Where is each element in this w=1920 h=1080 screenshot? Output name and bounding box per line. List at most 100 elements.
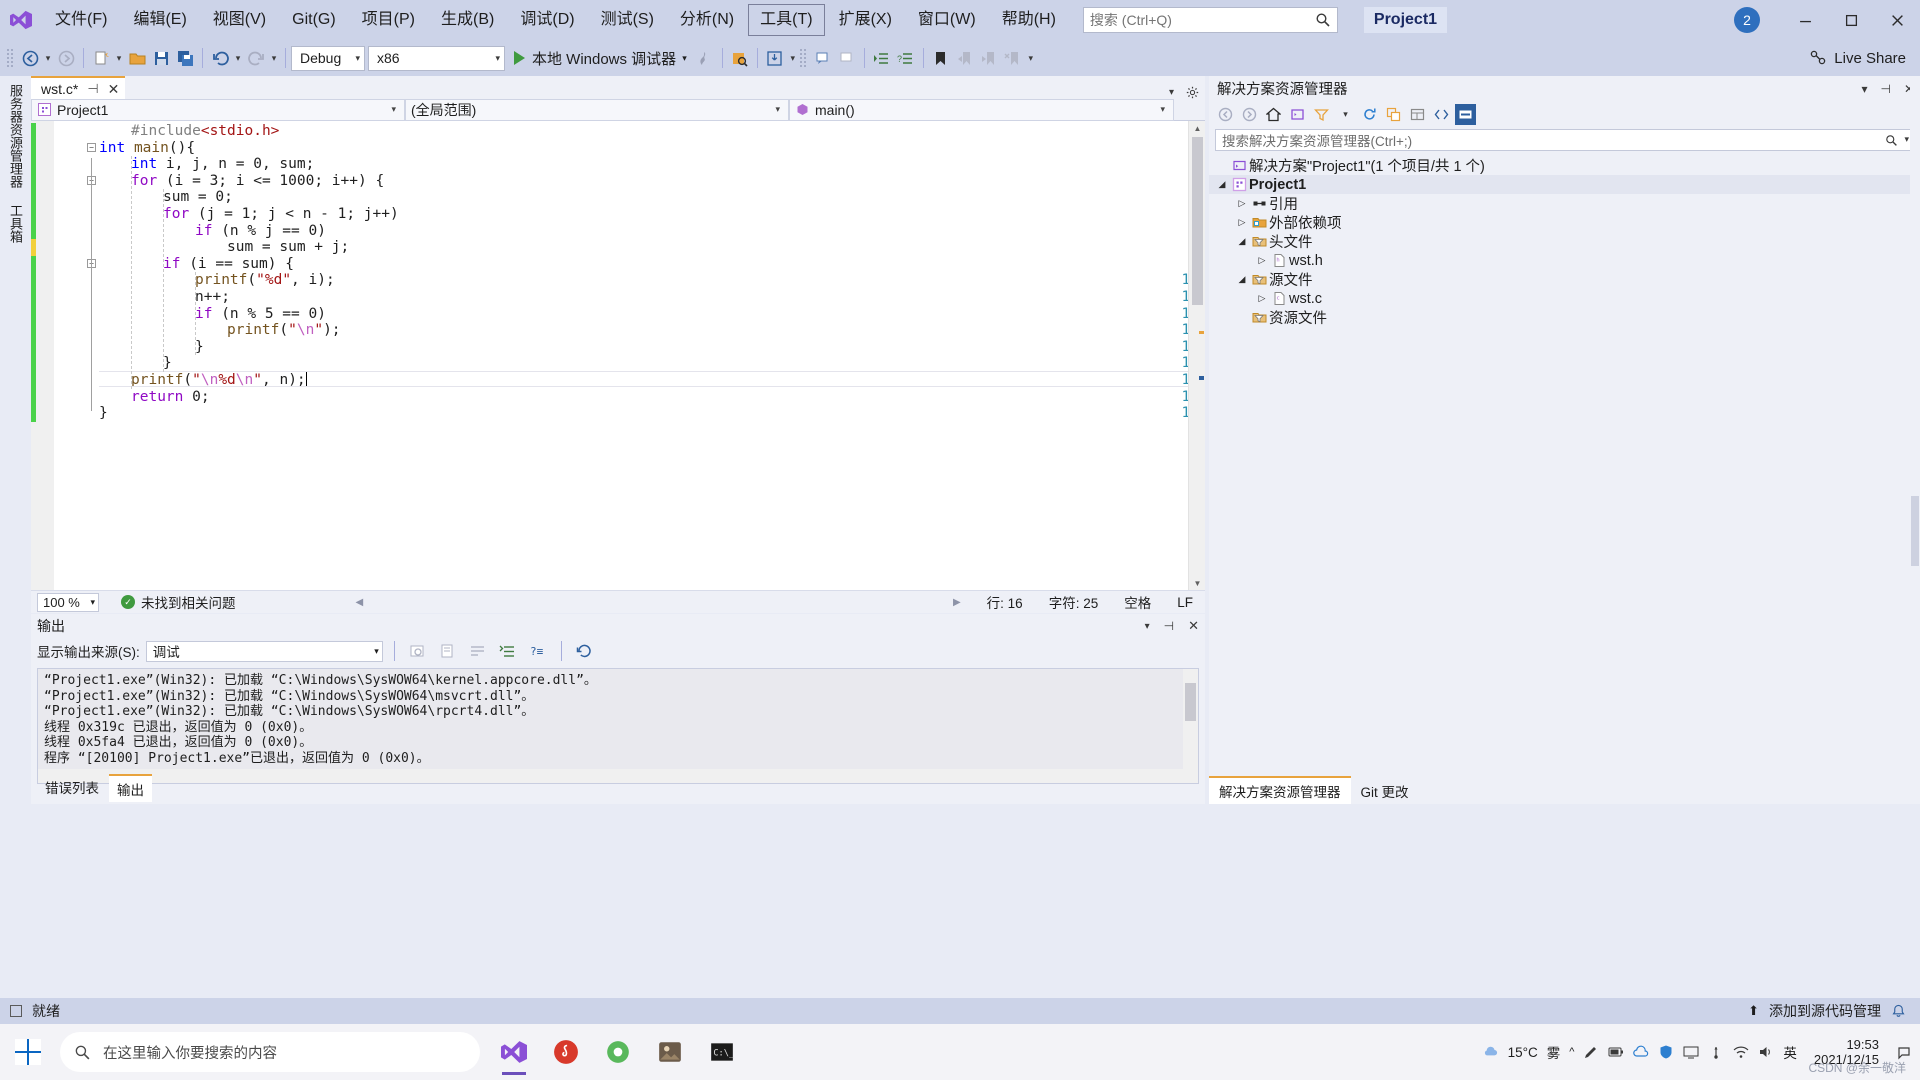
code-line[interactable]: printf("\n"); [99,322,1205,339]
taskbar-app-photos[interactable] [646,1028,694,1076]
chevron-down-icon[interactable]: ▾ [1904,134,1909,147]
menu-project[interactable]: 项目(P) [350,4,427,36]
scroll-right-icon[interactable]: ▶ [953,597,961,608]
close-icon[interactable]: ✕ [108,82,120,96]
code-line[interactable]: n++; [99,289,1205,306]
taskbar-app-browser[interactable] [594,1028,642,1076]
properties-icon[interactable] [1407,104,1428,125]
upload-icon[interactable]: ⬆ [1748,1003,1759,1019]
navigation-scope-dropdown[interactable]: (全局范围) ▾ [405,98,789,121]
attach-to-process-icon[interactable] [728,45,752,71]
hot-reload-icon[interactable] [693,45,717,71]
code-line[interactable]: printf("%d", i); [99,272,1205,289]
show-output-from-icon[interactable]: ?≡ [526,638,550,664]
toggle-bookmark-icon[interactable] [929,45,953,71]
solution-tree-item[interactable]: ▷ c wst.c [1209,289,1920,308]
menu-git[interactable]: Git(G) [280,4,348,36]
pending-changes-filter-icon[interactable] [1311,104,1332,125]
code-line[interactable]: sum = 0; [99,189,1205,206]
solution-explorer-tree[interactable]: 解决方案"Project1"(1 个项目/共 1 个) ◢ Project1 ▷ 引用 ▷… [1209,151,1920,327]
solution-tree-item[interactable]: ▷ 引用 [1209,194,1920,213]
collapse-all-icon[interactable] [1383,104,1404,125]
window-close-button[interactable] [1874,0,1920,40]
undo-icon[interactable] [208,45,232,71]
preview-selected-items-icon[interactable] [1455,103,1476,125]
pin-icon[interactable]: ⊣ [1880,82,1890,96]
code-line[interactable]: int i, j, n = 0, sum; [99,156,1205,173]
network-icon[interactable] [1733,1044,1749,1060]
clear-all-icon[interactable] [436,638,460,664]
new-project-icon[interactable] [89,45,113,71]
global-search-box[interactable] [1082,7,1338,33]
previous-bookmark-icon[interactable] [953,45,977,71]
taskbar-app-console[interactable]: C:\_ [698,1028,746,1076]
refresh-icon[interactable] [1359,104,1380,125]
tab-git-changes[interactable]: Git 更改 [1351,778,1419,804]
find-message-icon[interactable] [406,638,430,664]
code-line[interactable]: for (j = 1; j < n - 1; j++) [99,206,1205,223]
gear-icon[interactable] [1186,86,1199,99]
navigation-project-dropdown[interactable]: Project1 ▾ [31,98,405,121]
comment-selection-icon[interactable] [811,45,835,71]
expander-icon[interactable]: ▷ [1235,198,1249,209]
next-bookmark-icon[interactable] [977,45,1001,71]
security-shield-icon[interactable] [1658,1044,1674,1060]
output-text-area[interactable]: “Project1.exe”(Win32): 已加载 “C:\Windows\S… [37,668,1199,784]
output-vertical-scrollbar[interactable] [1183,669,1198,783]
editor-vertical-scrollbar[interactable]: ▲ ▼ [1188,121,1205,591]
expander-icon[interactable]: ◢ [1215,179,1229,190]
search-icon[interactable] [1885,134,1898,147]
navigate-back-icon[interactable] [18,45,42,71]
code-line[interactable]: } [99,405,1205,422]
toggle-wordwrap-icon[interactable] [466,638,490,664]
start-button[interactable] [0,1024,56,1080]
decrease-indent-icon[interactable]: ? [894,45,918,71]
code-line[interactable]: int main(){ [99,140,1205,157]
solution-platform-dropdown[interactable]: x86 ▾ [368,45,505,71]
menu-view[interactable]: 视图(V) [201,4,278,36]
output-horizontal-scrollbar[interactable] [38,769,1198,783]
back-icon[interactable] [1215,104,1236,125]
show-all-files-icon[interactable] [1431,104,1452,125]
expander-icon[interactable]: ◢ [1235,274,1249,285]
solution-tree-item[interactable]: ▷ 外部依赖项 [1209,213,1920,232]
active-files-dropdown-icon[interactable]: ▾ [1169,87,1174,98]
toolbar-grip-2[interactable] [798,48,807,68]
start-debugging-button[interactable]: 本地 Windows 调试器 ▾ [508,45,693,71]
scroll-down-icon[interactable]: ▼ [1189,576,1206,591]
code-line[interactable]: return 0; [99,389,1205,406]
increase-indent-icon[interactable] [870,45,894,71]
ime-language-indicator[interactable]: 英 [1783,1042,1797,1062]
chevron-down-icon[interactable]: ▾ [676,53,687,64]
solution-explorer-search[interactable]: 搜索解决方案资源管理器(Ctrl+;) ▾ [1215,129,1914,151]
go-to-message-icon[interactable] [573,638,597,664]
toolbar-overflow-icon[interactable]: ▾ [1025,45,1037,71]
redo-dropdown-icon[interactable]: ▾ [268,45,280,71]
tab-output[interactable]: 输出 [109,774,152,802]
menu-file[interactable]: 文件(F) [43,4,119,36]
code-line[interactable]: #include<stdio.h> [99,123,1205,140]
window-minimize-button[interactable] [1782,0,1828,40]
code-line[interactable]: for (i = 3; i <= 1000; i++) { [99,173,1205,190]
expander-icon[interactable]: ▷ [1235,217,1249,228]
forward-icon[interactable] [1239,104,1260,125]
navigate-back-dropdown-icon[interactable]: ▾ [42,45,54,71]
toggle-messages-icon[interactable] [496,638,520,664]
solution-tree-item[interactable]: 资源文件 [1209,308,1920,327]
open-file-icon[interactable] [125,45,149,71]
menu-debug[interactable]: 调试(D) [508,4,586,36]
usb-icon[interactable] [1708,1044,1724,1060]
onedrive-icon[interactable] [1633,1044,1649,1060]
scroll-up-icon[interactable]: ▲ [1189,121,1206,136]
close-icon[interactable]: ✕ [1188,618,1199,634]
solution-icon[interactable] [1287,104,1308,125]
code-line[interactable]: if (i == sum) { [99,256,1205,273]
save-icon[interactable] [149,45,173,71]
solution-configuration-dropdown[interactable]: Debug ▾ [291,45,365,71]
zoom-dropdown[interactable]: 100 % ▾ [37,592,99,612]
step-into-dropdown-icon[interactable]: ▾ [787,45,799,71]
menu-analyze[interactable]: 分析(N) [668,4,746,36]
sidebar-tab-server-explorer[interactable]: 服务器资源管理器 [0,76,31,196]
undo-dropdown-icon[interactable]: ▾ [232,45,244,71]
sidebar-tab-toolbox[interactable]: 工具箱 [0,196,31,251]
